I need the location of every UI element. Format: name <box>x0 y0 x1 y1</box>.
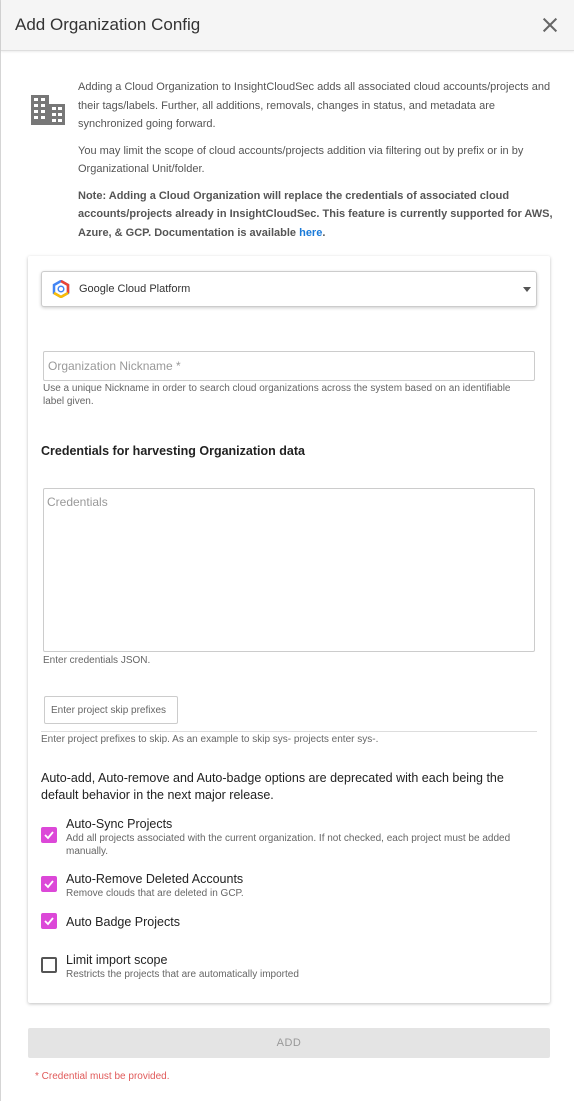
dialog-title: Add Organization Config <box>15 15 201 34</box>
documentation-link[interactable]: here <box>299 227 322 239</box>
limit-scope-label: Limit import scope <box>66 953 168 967</box>
add-organization-dialog: Add Organization Config Adding a Cloud O… <box>0 0 574 1101</box>
add-button[interactable]: ADD <box>28 1028 550 1058</box>
building-icon <box>31 95 65 125</box>
limit-scope-description: Restricts the projects that are automati… <box>66 969 299 980</box>
limit-scope-checkbox[interactable] <box>41 957 57 973</box>
chevron-down-icon <box>523 287 531 292</box>
intro-note: Note: Adding a Cloud Organization will r… <box>78 187 556 243</box>
intro-paragraph: Adding a Cloud Organization to InsightCl… <box>78 81 551 130</box>
provider-selected-label: Google Cloud Platform <box>79 283 191 295</box>
credentials-textarea[interactable] <box>43 488 535 652</box>
dialog-header: Add Organization Config <box>1 0 574 51</box>
option-auto-badge: Auto Badge Projects <box>41 913 180 929</box>
auto-remove-text: Auto-Remove Deleted Accounts Remove clou… <box>66 872 244 900</box>
skip-prefixes-input[interactable] <box>44 696 178 724</box>
gcp-icon <box>52 280 70 298</box>
intro-text: Adding a Cloud Organization to InsightCl… <box>78 78 556 250</box>
auto-badge-label: Auto Badge Projects <box>66 915 180 929</box>
deprecation-note: Auto-add, Auto-remove and Auto-badge opt… <box>41 771 504 802</box>
checkmark-icon <box>44 880 54 889</box>
option-limit-scope: Limit import scope Restricts the project… <box>41 953 299 981</box>
auto-badge-text: Auto Badge Projects <box>66 913 180 929</box>
credential-error-message: * Credential must be provided. <box>35 1071 170 1082</box>
credentials-section-title: Credentials for harvesting Organization … <box>41 444 305 458</box>
organization-nickname-input[interactable] <box>43 351 535 381</box>
credentials-helper: Enter credentials JSON. <box>43 655 151 666</box>
checkmark-icon <box>44 917 54 926</box>
auto-sync-description: Add all projects associated with the cur… <box>66 833 511 857</box>
auto-sync-checkbox[interactable] <box>41 827 57 843</box>
auto-sync-text: Auto-Sync Projects Add all projects asso… <box>66 817 516 858</box>
note-end: . <box>322 226 326 239</box>
skip-prefixes-helper: Enter project prefixes to skip. As an ex… <box>41 734 379 745</box>
checkmark-icon <box>44 831 54 840</box>
auto-sync-label: Auto-Sync Projects <box>66 817 173 831</box>
auto-badge-checkbox[interactable] <box>41 913 57 929</box>
auto-remove-checkbox[interactable] <box>41 876 57 892</box>
config-form-card: Google Cloud Platform Use a unique Nickn… <box>28 256 550 1003</box>
limit-scope-text: Limit import scope Restricts the project… <box>66 953 299 981</box>
option-auto-remove: Auto-Remove Deleted Accounts Remove clou… <box>41 872 244 900</box>
intro-paragraph-scope: You may limit the scope of cloud account… <box>78 144 524 176</box>
divider <box>41 731 537 732</box>
option-auto-sync: Auto-Sync Projects Add all projects asso… <box>41 817 516 858</box>
close-icon[interactable] <box>542 17 558 33</box>
nickname-helper: Use a unique Nickname in order to search… <box>43 383 511 407</box>
auto-remove-label: Auto-Remove Deleted Accounts <box>66 872 244 886</box>
auto-remove-description: Remove clouds that are deleted in GCP. <box>66 888 244 899</box>
cloud-provider-select[interactable]: Google Cloud Platform <box>41 271 537 307</box>
